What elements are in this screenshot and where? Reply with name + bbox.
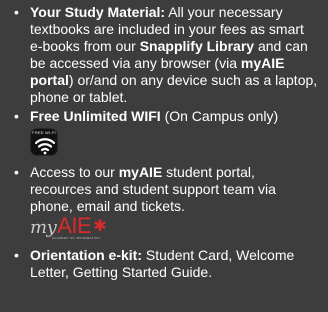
- feature-list-panel: • Your Study Material: All your necessar…: [0, 0, 328, 312]
- wifi-signal-icon: [35, 138, 55, 155]
- item-text: Access to our: [30, 164, 119, 180]
- list-item-study-material: • Your Study Material: All your necessar…: [10, 4, 320, 106]
- wifi-icon-label: FREE WI-FI: [32, 130, 56, 135]
- list-item-free-wifi: • Free Unlimited WIFI (On Campus only): [10, 108, 320, 125]
- logo-my-text: my: [30, 217, 57, 238]
- item-text: (On Campus only): [160, 108, 279, 124]
- myaie-logo: myAIE ✱ ACADEMY OF INFORMATION: [30, 215, 107, 240]
- list-item-myaie-access: • Access to our myAIE student portal, re…: [10, 164, 320, 215]
- item-label: Orientation e-kit:: [30, 247, 143, 263]
- item-text: ) or/and on any device such as a laptop,…: [30, 72, 318, 105]
- bullet: •: [14, 4, 19, 20]
- logo-aie-text: AIE: [57, 213, 92, 238]
- logo-subtext: ACADEMY OF INFORMATION: [52, 236, 100, 240]
- snapplify-library-text: Snapplify Library: [139, 38, 255, 54]
- item-label: Free Unlimited WIFI: [30, 108, 161, 124]
- wifi-icon: FREE WI-FI: [30, 128, 58, 156]
- bullet: •: [14, 247, 19, 263]
- item-label: Your Study Material:: [30, 4, 166, 20]
- feature-list-end: • Orientation e-kit: Student Card, Welco…: [10, 247, 320, 281]
- feature-list: • Your Study Material: All your necessar…: [10, 4, 320, 125]
- bullet: •: [14, 108, 19, 124]
- list-item-orientation-kit: • Orientation e-kit: Student Card, Welco…: [10, 247, 320, 281]
- myaie-text: myAIE: [118, 164, 163, 180]
- feature-list-continued: • Access to our myAIE student portal, re…: [10, 164, 320, 215]
- logo-mark-icon: ✱: [93, 218, 107, 235]
- bullet: •: [14, 164, 19, 180]
